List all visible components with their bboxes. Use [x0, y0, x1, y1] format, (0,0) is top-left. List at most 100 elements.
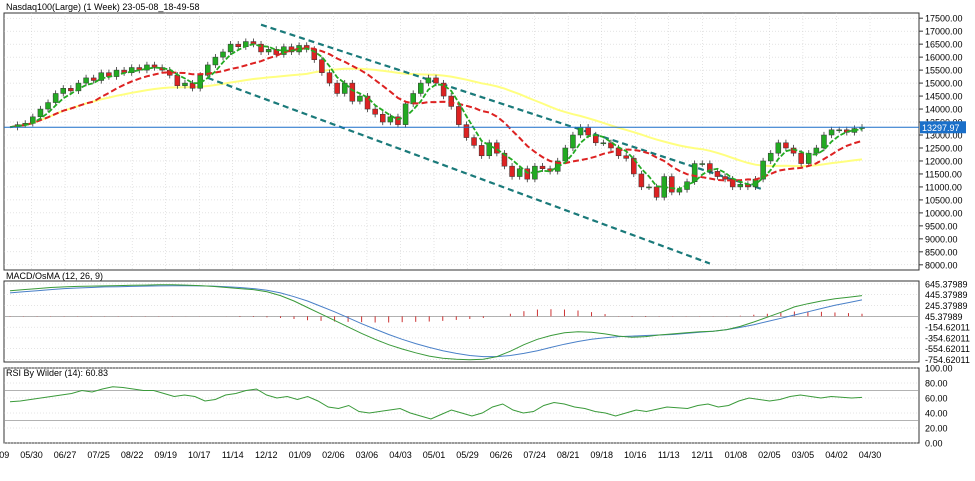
price-tick-label: 14000.00 [925, 105, 963, 115]
bull-candle [182, 82, 188, 86]
macd-title: MACD/OsMA (12, 26, 9) [6, 271, 103, 281]
rsi-title: RSI By Wilder (14): 60.83 [6, 368, 108, 378]
bear-candle [456, 106, 462, 125]
time-tick-label: 08/22 [121, 450, 144, 460]
rsi-tick-label: 0.00 [925, 439, 943, 449]
time-tick-label: 09/19 [154, 450, 177, 460]
price-tick-label: 11500.00 [925, 169, 962, 179]
time-tick-label: 04/02 [825, 450, 848, 460]
bull-candle [646, 186, 652, 189]
time-tick-label: 08/21 [557, 450, 580, 460]
bear-candle [463, 124, 470, 138]
bear-candle [722, 176, 728, 180]
rsi-tick-label: 60.00 [925, 394, 948, 404]
macd-tick-label: 45.37989 [925, 312, 963, 322]
time-tick-label: 10/17 [188, 450, 211, 460]
bear-candle [478, 145, 485, 157]
time-tick-label: 09/18 [590, 450, 613, 460]
chart-title: Nasdaq100(Large) (1 Week) 23-05-08_18-49… [6, 2, 199, 12]
current-price-label: 13297.97 [922, 123, 960, 133]
bull-candle [220, 51, 226, 58]
time-tick-label: 04/30 [859, 450, 882, 460]
bear-candle [235, 43, 241, 47]
bear-candle [433, 77, 439, 84]
time-tick-label: 03/06 [356, 450, 379, 460]
bull-candle [60, 88, 66, 94]
time-tick-label: 06/27 [54, 450, 77, 460]
price-tick-label: 17500.00 [925, 14, 963, 24]
rsi-tick-label: 80.00 [925, 379, 948, 389]
bear-candle [783, 142, 789, 149]
bull-candle [821, 134, 827, 149]
bull-candle [83, 77, 89, 84]
macd-tick-label: 445.37989 [925, 290, 968, 300]
bull-candle [387, 116, 394, 123]
price-tick-label: 8000.00 [925, 260, 958, 270]
time-tick-label: 05/29 [456, 450, 479, 460]
macd-tick-label: -154.62011 [925, 323, 970, 333]
bear-candle [174, 75, 181, 86]
price-tick-label: 16000.00 [925, 53, 963, 63]
price-tick-label: 9500.00 [925, 221, 958, 231]
time-tick-label: 12/11 [691, 450, 713, 460]
rsi-tick-label: 40.00 [925, 409, 948, 419]
bear-candle [653, 186, 660, 198]
bull-candle [37, 108, 44, 118]
bull-candle [767, 152, 774, 162]
bull-candle [516, 168, 523, 177]
price-tick-label: 9000.00 [925, 234, 958, 244]
price-tick-label: 10000.00 [925, 208, 963, 218]
bear-candle [798, 152, 804, 164]
bear-candle [448, 95, 454, 107]
time-tick-label: 02/05 [758, 450, 781, 460]
chart-window: 17500.00 17000.00 16500.00 16000.00 15500.00… [0, 0, 975, 476]
price-tick-label: 11000.00 [925, 182, 962, 192]
macd-tick-label: -354.62011 [925, 333, 970, 343]
bear-candle [319, 59, 325, 73]
bear-candle [638, 173, 645, 188]
bull-candle [737, 184, 744, 188]
time-tick-label: 07/25 [87, 450, 110, 460]
bull-candle [775, 142, 782, 154]
time-tick-label: 02/06 [322, 450, 345, 460]
bull-candle [813, 147, 820, 154]
bull-candle [570, 134, 576, 149]
macd-tick-label: 645.37989 [925, 279, 968, 289]
price-tick-label: 10500.00 [925, 195, 963, 205]
bull-candle [836, 129, 842, 132]
price-tick-label: 12000.00 [925, 156, 963, 166]
price-tick-label: 14500.00 [925, 92, 963, 102]
time-tick-label: 05/30 [20, 450, 43, 460]
chart-svg: 17500.00 17000.00 16500.00 16000.00 15500.00… [0, 2, 970, 460]
bear-candle [372, 108, 378, 115]
macd-tick-label: 245.37989 [925, 301, 968, 311]
price-tick-label: 12500.00 [925, 143, 963, 153]
rsi-panel [3, 367, 920, 444]
time-tick-label: 10/16 [624, 450, 647, 460]
time-tick-label: 05/09 [0, 450, 9, 460]
bull-candle [265, 49, 272, 53]
bull-candle [402, 103, 409, 125]
bull-candle [212, 56, 219, 66]
bull-candle [227, 43, 234, 53]
bear-candle [68, 88, 74, 92]
bear-candle [471, 137, 477, 146]
price-tick-label: 8500.00 [925, 247, 958, 257]
price-tick-label: 15000.00 [925, 79, 963, 89]
macd-panel [3, 280, 920, 363]
price-tick-label: 16500.00 [925, 40, 963, 50]
time-tick-label: 12/12 [255, 450, 278, 460]
price-panel [3, 12, 920, 271]
time-tick-label: 05/01 [423, 450, 446, 460]
bull-candle [357, 95, 363, 102]
bull-candle [425, 77, 432, 84]
bull-candle [562, 147, 569, 162]
time-tick-label: 11/14 [222, 450, 244, 460]
bear-candle [364, 95, 371, 110]
bear-candle [509, 165, 515, 177]
bull-candle [600, 142, 607, 145]
bear-candle [326, 72, 333, 84]
bear-candle [334, 82, 340, 94]
bull-candle [828, 129, 835, 136]
bull-candle [52, 93, 59, 103]
